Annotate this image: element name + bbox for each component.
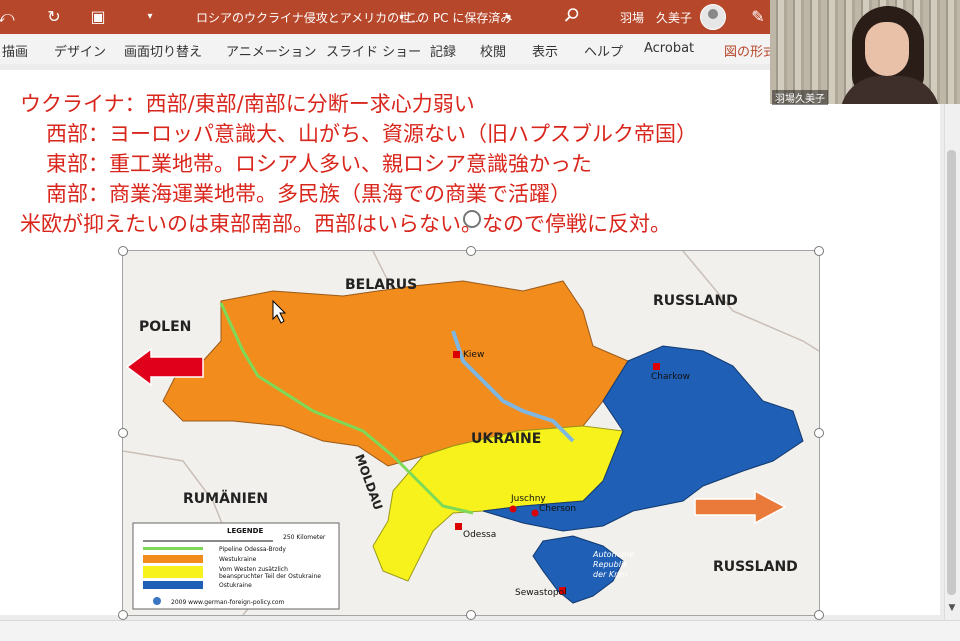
map-legend: LEGENDE 250 Kilometer Pipeline Odessa-Br…: [132, 522, 340, 610]
participant-name: 羽場久美子: [772, 90, 828, 105]
resize-handle-n[interactable]: [466, 246, 476, 256]
undo-icon[interactable]: ⤺: [0, 7, 16, 27]
slide-note-line[interactable]: ウクライナ：西部/東部/南部に分断ー求心力弱い: [20, 88, 475, 118]
slide-note-line[interactable]: 東部：重工業地帯。ロシア人多い、親ロシア意識強かった: [46, 148, 592, 178]
slide-note-line[interactable]: 南部：商業海運業地帯。多民族（黒海での商業で活躍）: [46, 178, 571, 208]
resize-handle-w[interactable]: [118, 428, 128, 438]
tab-view[interactable]: 表示: [532, 41, 558, 60]
label-russland-south: RUSSLAND: [713, 559, 798, 575]
pen-icon[interactable]: ✎: [748, 7, 768, 27]
tab-picture-format[interactable]: 図の形式: [724, 41, 776, 60]
crimea-label-line: Republik: [593, 560, 628, 569]
legend-item: Ostukraine: [219, 582, 252, 589]
city-kiew: Kiew: [463, 350, 484, 360]
ukraine-map: BELARUS POLEN RUSSLAND RUSSLAND UKRAINE …: [122, 250, 820, 616]
scrollbar-thumb[interactable]: [947, 150, 956, 595]
save-status[interactable]: •この PC に保存済み: [398, 9, 512, 26]
tab-animations[interactable]: アニメーション: [226, 41, 316, 60]
legend-source: 2009 www.german-foreign-policy.com: [171, 599, 285, 606]
city-sewastopol: Sewastopol: [515, 588, 567, 598]
label-belarus: BELARUS: [345, 277, 417, 293]
crimea-label-line: der Krim: [593, 570, 628, 579]
tab-record[interactable]: 記録: [430, 41, 456, 60]
tab-transitions[interactable]: 画面切り替え: [124, 41, 202, 60]
resize-handle-nw[interactable]: [118, 246, 128, 256]
resize-handle-s[interactable]: [466, 610, 476, 620]
tab-draw[interactable]: 描画: [2, 41, 28, 60]
resize-handle-sw[interactable]: [118, 610, 128, 620]
tab-slideshow[interactable]: スライド ショー: [326, 41, 421, 60]
tab-review[interactable]: 校閲: [480, 41, 506, 60]
label-ukraine: UKRAINE: [471, 431, 541, 447]
status-bar: [0, 620, 960, 641]
slide-note-line[interactable]: 西部：ヨーロッパ意識大、山がち、資源ない（旧ハプスブルク帝国）: [46, 118, 697, 148]
user-avatar[interactable]: [700, 4, 726, 30]
legend-item: Westukraine: [219, 556, 257, 563]
city-odessa: Odessa: [463, 530, 496, 540]
scroll-down-icon[interactable]: ▼: [946, 603, 958, 615]
video-thumbnail: [770, 0, 960, 104]
crimea-label-line: Autonome: [592, 550, 634, 559]
legend-item: Pipeline Odessa-Brody: [219, 546, 286, 553]
quick-access-dropdown-icon[interactable]: ▾: [140, 7, 160, 27]
label-polen: POLEN: [139, 319, 191, 335]
tab-design[interactable]: デザイン: [54, 41, 106, 60]
legend-scale: 250 Kilometer: [283, 534, 326, 541]
city-juschny: Juschny: [510, 494, 546, 504]
document-title: ロシアのウクライナ侵攻とアメリカの世...: [196, 11, 423, 25]
map-image[interactable]: BELARUS POLEN RUSSLAND RUSSLAND UKRAINE …: [122, 250, 820, 616]
slide-note-line[interactable]: 米欧が抑えたいのは東部南部。西部はいらない。なので停戦に反対。: [20, 208, 671, 238]
tab-acrobat[interactable]: Acrobat: [644, 41, 694, 56]
present-from-start-icon[interactable]: ▣: [88, 7, 108, 27]
resize-handle-e[interactable]: [814, 428, 824, 438]
city-charkow: Charkow: [651, 372, 690, 382]
resize-handle-ne[interactable]: [814, 246, 824, 256]
rotate-handle-icon[interactable]: [463, 210, 481, 228]
resize-handle-se[interactable]: [814, 610, 824, 620]
legend-title: LEGENDE: [227, 527, 263, 535]
city-cherson: Cherson: [539, 504, 576, 514]
redo-icon[interactable]: ↻: [44, 7, 64, 27]
search-icon[interactable]: [562, 7, 582, 27]
legend-item: Vom Westen zusätzlich: [219, 566, 288, 573]
save-status-dropdown-icon[interactable]: ▾: [498, 8, 518, 28]
user-name[interactable]: 羽場 久美子: [620, 9, 692, 26]
label-rumaenien: RUMÄNIEN: [183, 490, 268, 507]
label-russland-north: RUSSLAND: [653, 293, 738, 309]
tab-help[interactable]: ヘルプ: [584, 41, 623, 60]
legend-item: beanspruchter Teil der Ostukraine: [219, 573, 321, 580]
